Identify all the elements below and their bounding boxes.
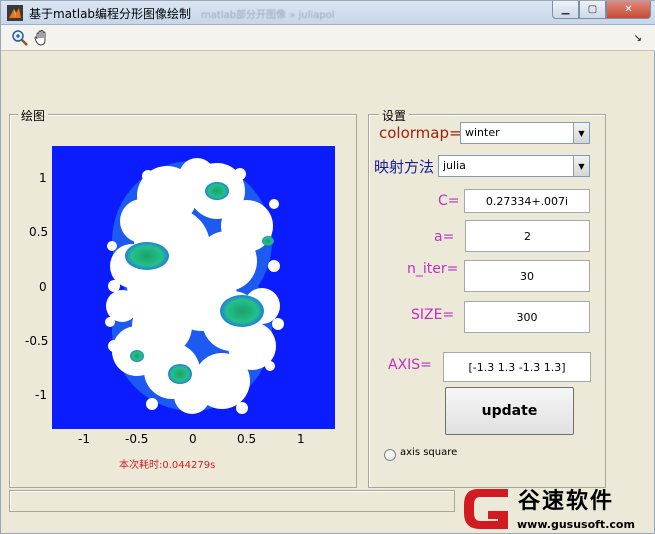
axis-input[interactable]: [-1.3 1.3 -1.3 1.3] xyxy=(443,352,591,382)
main-window: 基于matlab编程分形图像绘制 matlab部分开图像 » juliapol … xyxy=(0,0,655,534)
zoom-in-icon[interactable] xyxy=(11,29,29,47)
close-button[interactable]: ✕ xyxy=(606,1,651,19)
c-label: C= xyxy=(438,193,460,209)
settings-panel-title: 设置 xyxy=(379,107,410,124)
n-iter-label: n_iter= xyxy=(407,261,459,277)
c-input[interactable]: 0.27334+.007i xyxy=(464,189,590,213)
y-tick-label: 0 xyxy=(39,280,47,294)
brand-logo-mark xyxy=(464,489,508,529)
x-tick-label: -1 xyxy=(78,432,90,446)
matlab-icon xyxy=(7,5,23,21)
y-tick-label: 0.5 xyxy=(29,225,49,239)
x-tick-label: 1 xyxy=(297,432,305,446)
plot-panel-title: 绘图 xyxy=(18,107,49,124)
axis-label: AXIS= xyxy=(388,357,432,373)
chevron-down-icon[interactable]: ▼ xyxy=(573,123,589,143)
pan-hand-icon[interactable] xyxy=(33,29,51,47)
y-tick-label: -1 xyxy=(35,388,47,402)
size-label: SIZE= xyxy=(411,307,455,323)
colormap-value: winter xyxy=(465,126,500,139)
colormap-label: colormap= xyxy=(379,124,462,142)
minimize-icon: ▁ xyxy=(561,4,570,15)
dock-arrow-icon[interactable]: ↘ xyxy=(634,33,642,44)
window-title-ghost: matlab部分开图像 » juliapol xyxy=(201,10,335,21)
figure-toolbar: ↘ xyxy=(1,25,655,51)
brand-url: www.gususoft.com xyxy=(517,518,635,531)
mapping-value: julia xyxy=(443,159,466,172)
minimize-button[interactable]: ▁ xyxy=(552,1,579,19)
colormap-select[interactable]: winter ▼ xyxy=(460,122,590,144)
update-button[interactable]: update xyxy=(445,387,574,435)
brand-logo: 谷速软件 www.gususoft.com xyxy=(458,481,655,534)
status-bar xyxy=(9,490,455,512)
close-icon: ✕ xyxy=(624,4,633,15)
mapping-label: 映射方法 xyxy=(374,158,435,176)
x-tick-label: 0.5 xyxy=(237,432,257,446)
mapping-method-select[interactable]: julia ▼ xyxy=(438,155,590,177)
axis-square-radio[interactable] xyxy=(384,449,396,461)
n-iter-input[interactable]: 30 xyxy=(464,260,590,292)
maximize-icon: ▢ xyxy=(587,4,598,15)
title-bar: 基于matlab编程分形图像绘制 matlab部分开图像 » juliapol … xyxy=(1,1,655,25)
maximize-button[interactable]: ▢ xyxy=(579,1,606,19)
y-tick-label: -0.5 xyxy=(25,334,49,348)
x-tick-label: -0.5 xyxy=(125,432,149,446)
window-title: 基于matlab编程分形图像绘制 xyxy=(29,7,192,21)
x-tick-label: 0 xyxy=(189,432,197,446)
y-tick-label: 1 xyxy=(39,171,47,185)
a-label: a= xyxy=(434,229,455,245)
window-controls: ▁ ▢ ✕ xyxy=(552,1,651,19)
axis-square-label: axis square xyxy=(400,447,458,458)
elapsed-time-text: 本次耗时:0.044279s xyxy=(119,460,216,471)
fractal-plot[interactable] xyxy=(52,146,335,429)
a-input[interactable]: 2 xyxy=(465,220,590,252)
size-input[interactable]: 300 xyxy=(464,301,590,333)
brand-name: 谷速软件 xyxy=(518,489,615,514)
chevron-down-icon[interactable]: ▼ xyxy=(573,156,589,176)
